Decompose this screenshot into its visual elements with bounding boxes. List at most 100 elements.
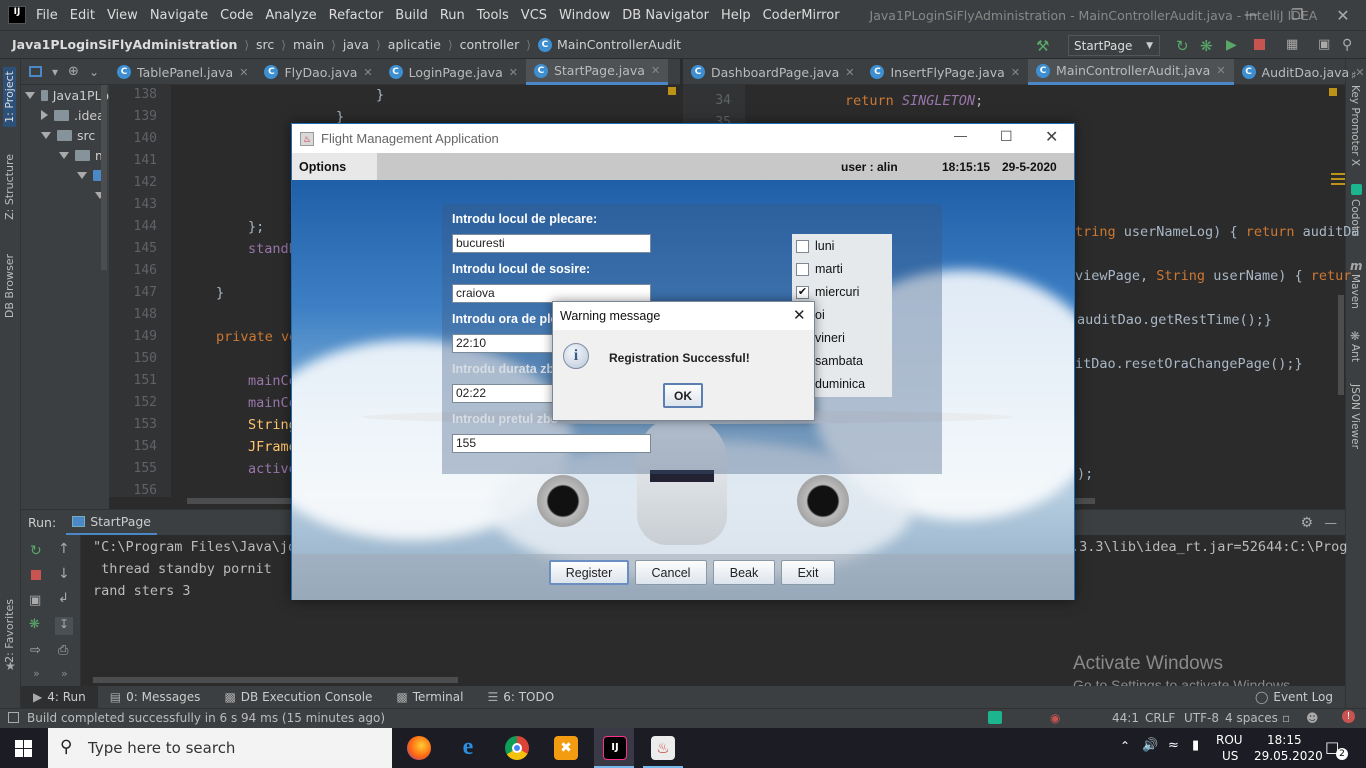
menu-codermirror[interactable]: CoderMirror	[763, 8, 840, 23]
maximize-icon[interactable]: ☐	[1000, 128, 1013, 145]
build-hammer-icon[interactable]: ⚒	[1036, 37, 1052, 55]
vertical-scrollbar[interactable]	[1338, 295, 1344, 395]
breadcrumb-controller[interactable]: controller	[460, 37, 520, 52]
minimize-icon[interactable]: —	[954, 128, 967, 143]
breadcrumb-class[interactable]: MainControllerAudit	[557, 37, 681, 52]
warning-marker[interactable]	[668, 87, 676, 95]
gear-icon[interactable]: ⚙	[1300, 515, 1313, 531]
lock-icon[interactable]: ▫	[1282, 711, 1290, 725]
cancel-button[interactable]: Cancel	[635, 560, 707, 585]
tab-auditdao[interactable]: C AuditDao.java ✕	[1234, 59, 1366, 85]
tab-maincontrolleraudit[interactable]: C MainControllerAudit.java ✕	[1028, 59, 1234, 85]
close-tab-icon[interactable]: ✕	[509, 66, 518, 79]
key-promoter-tool-button[interactable]: Key Promoter X	[1349, 85, 1361, 166]
exit-icon[interactable]: ⇨	[30, 643, 41, 658]
coverage-icon[interactable]: ▶	[1226, 37, 1242, 53]
close-tab-icon[interactable]: ✕	[1216, 64, 1225, 77]
restore-icon[interactable]: ❐	[1274, 0, 1320, 30]
search-everywhere-icon[interactable]: ⚲	[1342, 37, 1358, 53]
view-menu-icon[interactable]: ▾	[52, 65, 58, 79]
tree-node-java[interactable]	[21, 165, 109, 185]
breadcrumb-main[interactable]: main	[293, 37, 324, 52]
volume-icon[interactable]: 🔊	[1142, 738, 1158, 753]
codota-icon[interactable]	[988, 711, 1002, 724]
tab-dashboardpage[interactable]: C DashboardPage.java ✕	[683, 59, 862, 85]
more-icon[interactable]: »	[61, 667, 68, 680]
menu-navigate[interactable]: Navigate	[150, 8, 208, 23]
close-tab-icon[interactable]: ✕	[363, 66, 372, 79]
tree-node-package[interactable]	[21, 185, 109, 205]
more-icon[interactable]: »	[33, 667, 40, 680]
tab-startpage[interactable]: C StartPage.java ✕	[525, 59, 669, 85]
exit-button[interactable]: Exit	[781, 560, 835, 585]
memory-indicator-icon[interactable]: ◉	[1050, 711, 1060, 725]
breadcrumb-src[interactable]: src	[256, 37, 274, 52]
rerun-icon[interactable]: ↻	[1176, 37, 1192, 55]
tree-node-main[interactable]: m	[21, 145, 109, 165]
close-tab-icon[interactable]: ✕	[1011, 66, 1020, 79]
structure-tool-button[interactable]: Z: Structure	[3, 154, 16, 220]
options-menu[interactable]: Options	[292, 153, 377, 180]
run-tab-startpage[interactable]: StartPage	[66, 510, 157, 535]
tray-chevron-icon[interactable]: ⌃	[1120, 739, 1130, 753]
rerun-icon[interactable]: ↻	[30, 543, 42, 559]
indent-setting[interactable]: 4 spaces	[1225, 711, 1278, 725]
scroll-to-end-icon[interactable]: ↧	[55, 617, 73, 635]
java-icon[interactable]: ♨	[651, 736, 675, 760]
tab-tablepanel[interactable]: C TablePanel.java ✕	[109, 59, 256, 85]
horizontal-scrollbar[interactable]	[93, 677, 458, 683]
menu-analyze[interactable]: Analyze	[265, 8, 316, 23]
run-configuration-select[interactable]: StartPage ▼	[1068, 35, 1160, 56]
tab-flydao[interactable]: C FlyDao.java ✕	[256, 59, 380, 85]
close-tab-icon[interactable]: ✕	[651, 64, 660, 77]
tab-loginpage[interactable]: C LoginPage.java ✕	[381, 59, 526, 85]
close-tab-icon[interactable]: ✕	[845, 66, 854, 79]
language-indicator[interactable]: ROU	[1216, 733, 1243, 747]
project-tool-button[interactable]: 1: Project	[3, 67, 16, 127]
menu-run[interactable]: Run	[440, 8, 465, 23]
close-icon[interactable]: ✕	[1320, 0, 1366, 30]
ok-button[interactable]: OK	[663, 383, 703, 408]
clock-date[interactable]: 29.05.2020	[1254, 749, 1323, 763]
breadcrumb-aplicatie[interactable]: aplicatie	[388, 37, 441, 52]
firefox-icon[interactable]	[407, 736, 431, 760]
close-icon[interactable]: ✕	[793, 306, 806, 324]
project-structure-icon[interactable]: ▦	[1286, 37, 1302, 53]
price-input[interactable]: 155	[452, 434, 651, 453]
menu-tools[interactable]: Tools	[477, 8, 509, 23]
locate-target-icon[interactable]: ⊕	[68, 64, 79, 79]
close-tab-icon[interactable]: ✕	[1355, 66, 1364, 79]
file-encoding[interactable]: UTF-8	[1184, 711, 1219, 725]
tab-insertflypage[interactable]: C InsertFlyPage.java ✕	[862, 59, 1028, 85]
menu-edit[interactable]: Edit	[70, 8, 95, 23]
stop-icon[interactable]	[31, 570, 41, 580]
edge-icon[interactable]: e	[456, 735, 480, 760]
hide-panel-icon[interactable]: —	[1325, 515, 1338, 530]
menu-vcs[interactable]: VCS	[521, 8, 547, 23]
back-button[interactable]: Beak	[713, 560, 775, 585]
battery-icon[interactable]: ▮	[1192, 738, 1199, 753]
error-indicator-icon[interactable]: !	[1342, 710, 1355, 723]
tree-node-idea[interactable]: .idea	[21, 105, 109, 125]
close-tab-icon[interactable]: ✕	[239, 66, 248, 79]
stop-icon[interactable]	[1254, 39, 1265, 50]
clock-time[interactable]: 18:15	[1267, 733, 1302, 747]
register-button[interactable]: Register	[549, 560, 629, 585]
structure-marker-icon[interactable]	[1331, 173, 1345, 175]
tree-node-src[interactable]: src	[21, 125, 109, 145]
print-icon[interactable]: ⎙	[58, 643, 68, 658]
xampp-icon[interactable]: ✖	[554, 736, 578, 760]
status-toggle-icon[interactable]	[8, 712, 19, 723]
menu-view[interactable]: View	[107, 8, 138, 23]
menu-window[interactable]: Window	[559, 8, 610, 23]
line-separator[interactable]: CRLF	[1145, 711, 1175, 725]
down-arrow-icon[interactable]: ↓	[58, 566, 70, 582]
windows-start-icon[interactable]	[15, 740, 32, 757]
tab-db-execution-console[interactable]: ▩ DB Execution Console	[212, 686, 384, 708]
menu-build[interactable]: Build	[395, 8, 428, 23]
close-icon[interactable]: ✕	[1045, 127, 1058, 147]
menu-file[interactable]: File	[36, 8, 58, 23]
tree-node-project[interactable]: Java1PLo	[21, 85, 109, 105]
camera-icon[interactable]: ▣	[29, 593, 41, 608]
tab-run[interactable]: ▶ 4: Run	[21, 686, 98, 708]
